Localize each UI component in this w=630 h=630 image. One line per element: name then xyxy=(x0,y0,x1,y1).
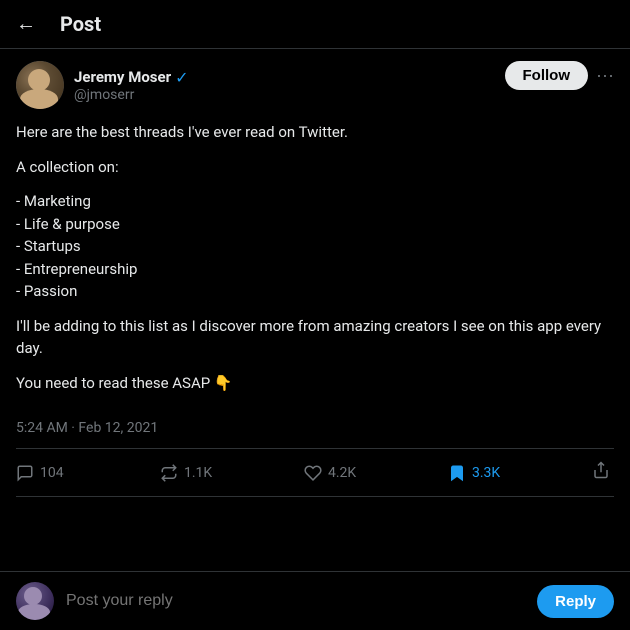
like-count: 4.2K xyxy=(328,465,356,481)
author-name[interactable]: Jeremy Moser xyxy=(74,68,171,86)
retweet-stat[interactable]: 1.1K xyxy=(160,464,304,482)
back-icon: ← xyxy=(16,13,36,36)
avatar[interactable] xyxy=(16,61,64,109)
reply-button[interactable]: Reply xyxy=(537,585,614,618)
share-stat[interactable] xyxy=(592,461,614,484)
author-handle[interactable]: @jmoserr xyxy=(74,87,189,103)
post-container: Jeremy Moser ✓ @jmoserr Follow ··· Here … xyxy=(0,49,630,509)
post-line-1: Here are the best threads I've ever read… xyxy=(16,121,614,144)
post-line-2: A collection on: xyxy=(16,156,614,179)
back-button[interactable]: ← xyxy=(16,13,36,36)
bookmark-stat[interactable]: 3.3K xyxy=(448,464,592,482)
author-name-row: Jeremy Moser ✓ xyxy=(74,68,189,87)
page-title: Post xyxy=(60,12,101,36)
header: ← Post xyxy=(0,0,630,49)
like-stat[interactable]: 4.2K xyxy=(304,464,448,482)
author-row: Jeremy Moser ✓ @jmoserr Follow ··· xyxy=(16,61,614,109)
author-info: Jeremy Moser ✓ @jmoserr xyxy=(74,68,189,103)
post-content: Here are the best threads I've ever read… xyxy=(16,121,614,394)
share-icon xyxy=(592,461,610,484)
verified-badge-icon: ✓ xyxy=(175,68,188,87)
post-line-5: You need to read these ASAP 👇 xyxy=(16,372,614,395)
timestamp: 5:24 AM · Feb 12, 2021 xyxy=(16,408,614,449)
post-line-3: - Marketing - Life & purpose - Startups … xyxy=(16,190,614,303)
retweet-count: 1.1K xyxy=(184,465,212,481)
author-left: Jeremy Moser ✓ @jmoserr xyxy=(16,61,189,109)
comment-count: 104 xyxy=(40,465,64,481)
bookmark-icon xyxy=(448,464,466,482)
like-icon xyxy=(304,464,322,482)
bookmark-count: 3.3K xyxy=(472,465,500,481)
follow-button[interactable]: Follow xyxy=(505,61,589,90)
more-options-button[interactable]: ··· xyxy=(596,65,614,86)
author-right: Follow ··· xyxy=(505,61,614,90)
stats-row: 104 1.1K 4.2K xyxy=(16,449,614,497)
retweet-icon xyxy=(160,464,178,482)
reply-input[interactable] xyxy=(66,592,525,610)
reply-avatar xyxy=(16,582,54,620)
post-line-4: I'll be adding to this list as I discove… xyxy=(16,315,614,360)
comment-stat[interactable]: 104 xyxy=(16,464,160,482)
reply-bar: Reply xyxy=(0,571,630,630)
comment-icon xyxy=(16,464,34,482)
